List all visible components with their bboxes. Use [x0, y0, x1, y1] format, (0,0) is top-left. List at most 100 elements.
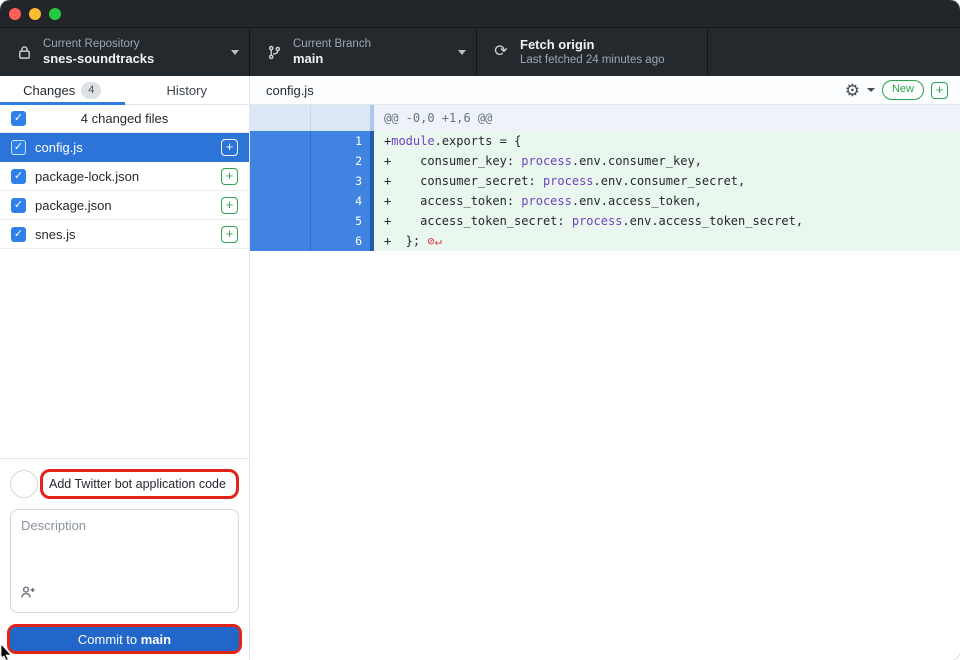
diff-old-line-gutter [250, 191, 311, 211]
diff-line-code: +module.exports = { [374, 131, 960, 151]
code-segment: .exports = { [435, 134, 522, 148]
code-segment: + access_token: [384, 194, 521, 208]
fetch-origin-title: Fetch origin [520, 37, 697, 53]
file-row[interactable]: ✓ package.json + [0, 191, 249, 220]
sidebar: Changes 4 History 4 changed files ✓ ✓ co… [0, 76, 250, 660]
file-name: config.js [35, 140, 221, 155]
changes-count-badge: 4 [81, 82, 101, 99]
hunk-old-line-gutter [250, 105, 311, 131]
file-plus-square-icon[interactable]: + [221, 197, 238, 214]
file-checkbox[interactable]: ✓ [11, 169, 26, 184]
file-row[interactable]: ✓ snes.js + [0, 220, 249, 249]
diff-old-line-gutter [250, 151, 311, 171]
diff-line-number: 2 [311, 151, 370, 171]
file-checkbox[interactable]: ✓ [11, 198, 26, 213]
file-plus-square-icon[interactable]: + [221, 139, 238, 156]
lock-icon [14, 45, 34, 60]
commit-button-branch: main [141, 632, 171, 647]
file-name: snes.js [35, 227, 221, 242]
commit-summary-row [10, 469, 239, 499]
fetch-origin-subtitle: Last fetched 24 minutes ago [520, 53, 697, 67]
git-branch-icon [264, 45, 284, 60]
file-plus-square-icon[interactable]: + [221, 226, 238, 243]
diff-hunk-header-row: @@ -0,0 +1,6 @@ [250, 105, 960, 131]
diff-view: @@ -0,0 +1,6 @@ 1 +module.exports = { 2 … [250, 105, 960, 251]
diff-line: 4 + access_token: process.env.access_tok… [250, 191, 960, 211]
diff-old-line-gutter [250, 171, 311, 191]
expand-plus-icon[interactable]: + [931, 82, 948, 99]
chevron-down-icon [458, 50, 466, 55]
code-segment: .env.access_token_secret, [622, 214, 803, 228]
current-branch-name: main [293, 51, 452, 67]
commit-description-input[interactable] [11, 510, 238, 584]
main-panel: config.js ⚙ New + @@ -0,0 +1,6 @@ 1 +m [250, 76, 960, 660]
diff-line: 2 + consumer_key: process.env.consumer_k… [250, 151, 960, 171]
code-segment: + access_token_secret: [384, 214, 572, 228]
diff-line: 3 + consumer_secret: process.env.consume… [250, 171, 960, 191]
add-coauthor-icon[interactable] [20, 585, 36, 605]
commit-button[interactable]: Commit to main [10, 627, 239, 651]
commit-description-box [10, 509, 239, 613]
file-checkbox[interactable]: ✓ [11, 140, 26, 155]
diff-line-number: 3 [311, 171, 370, 191]
new-badge[interactable]: New [882, 80, 924, 99]
avatar [10, 470, 38, 498]
code-segment: process [572, 214, 623, 228]
diff-line-number: 1 [311, 131, 370, 151]
close-window-button[interactable] [9, 8, 21, 20]
summary-annotation-highlight [40, 469, 239, 499]
tab-history[interactable]: History [125, 76, 250, 104]
diff-empty-area [250, 251, 960, 660]
commit-summary-input[interactable] [43, 477, 236, 491]
diff-old-line-gutter [250, 231, 311, 251]
content: Changes 4 History 4 changed files ✓ ✓ co… [0, 76, 960, 660]
code-segment: ⊘↵ [427, 234, 441, 248]
diff-line-code: + access_token: process.env.access_token… [374, 191, 960, 211]
sync-icon: ⟳ [491, 44, 511, 60]
titlebar [0, 0, 960, 28]
code-segment: .env.consumer_key, [572, 154, 702, 168]
zoom-window-button[interactable] [49, 8, 61, 20]
code-segment: module [391, 134, 434, 148]
diff-line-number: 5 [311, 211, 370, 231]
file-name: package.json [35, 198, 221, 213]
changed-files-count: 4 changed files [0, 111, 249, 126]
current-repository-button[interactable]: Current Repository snes-soundtracks [0, 28, 250, 76]
sidebar-tabbar: Changes 4 History [0, 76, 249, 105]
file-checkbox[interactable]: ✓ [11, 227, 26, 242]
file-list: ✓ config.js + ✓ package-lock.json + ✓ pa… [0, 133, 249, 249]
file-name: package-lock.json [35, 169, 221, 184]
diff-line-code: + consumer_key: process.env.consumer_key… [374, 151, 960, 171]
gear-dropdown-caret-icon[interactable] [867, 88, 875, 92]
diff-file-name: config.js [266, 83, 845, 98]
code-segment: process [521, 154, 572, 168]
diff-line: 5 + access_token_secret: process.env.acc… [250, 211, 960, 231]
minimize-window-button[interactable] [29, 8, 41, 20]
diff-line: 6 + }; ⊘↵ [250, 231, 960, 251]
file-row[interactable]: ✓ package-lock.json + [0, 162, 249, 191]
current-branch-button[interactable]: Current Branch main [250, 28, 477, 76]
file-list-empty-area [0, 249, 249, 458]
diff-line: 1 +module.exports = { [250, 131, 960, 151]
changed-files-header: 4 changed files ✓ [0, 105, 249, 133]
chevron-down-icon [231, 50, 239, 55]
app-window: Current Repository snes-soundtracks Curr… [0, 0, 960, 660]
diff-line-number: 6 [311, 231, 370, 251]
gear-icon[interactable]: ⚙ [845, 82, 860, 99]
code-segment: + consumer_secret: [384, 174, 543, 188]
code-segment: .env.access_token, [572, 194, 702, 208]
commit-form: Commit to main [0, 458, 249, 660]
code-segment: + }; [384, 234, 427, 248]
file-row[interactable]: ✓ config.js + [0, 133, 249, 162]
diff-old-line-gutter [250, 211, 311, 231]
tab-changes-label: Changes [23, 83, 75, 98]
fetch-origin-button[interactable]: ⟳ Fetch origin Last fetched 24 minutes a… [477, 28, 708, 76]
current-repository-name: snes-soundtracks [43, 51, 225, 67]
diff-file-header: config.js ⚙ New + [250, 76, 960, 105]
file-plus-square-icon[interactable]: + [221, 168, 238, 185]
tab-history-label: History [167, 83, 207, 98]
mouse-cursor [0, 644, 14, 660]
diff-lines: 1 +module.exports = { 2 + consumer_key: … [250, 131, 960, 251]
tab-changes[interactable]: Changes 4 [0, 76, 125, 104]
toolbar: Current Repository snes-soundtracks Curr… [0, 28, 960, 76]
